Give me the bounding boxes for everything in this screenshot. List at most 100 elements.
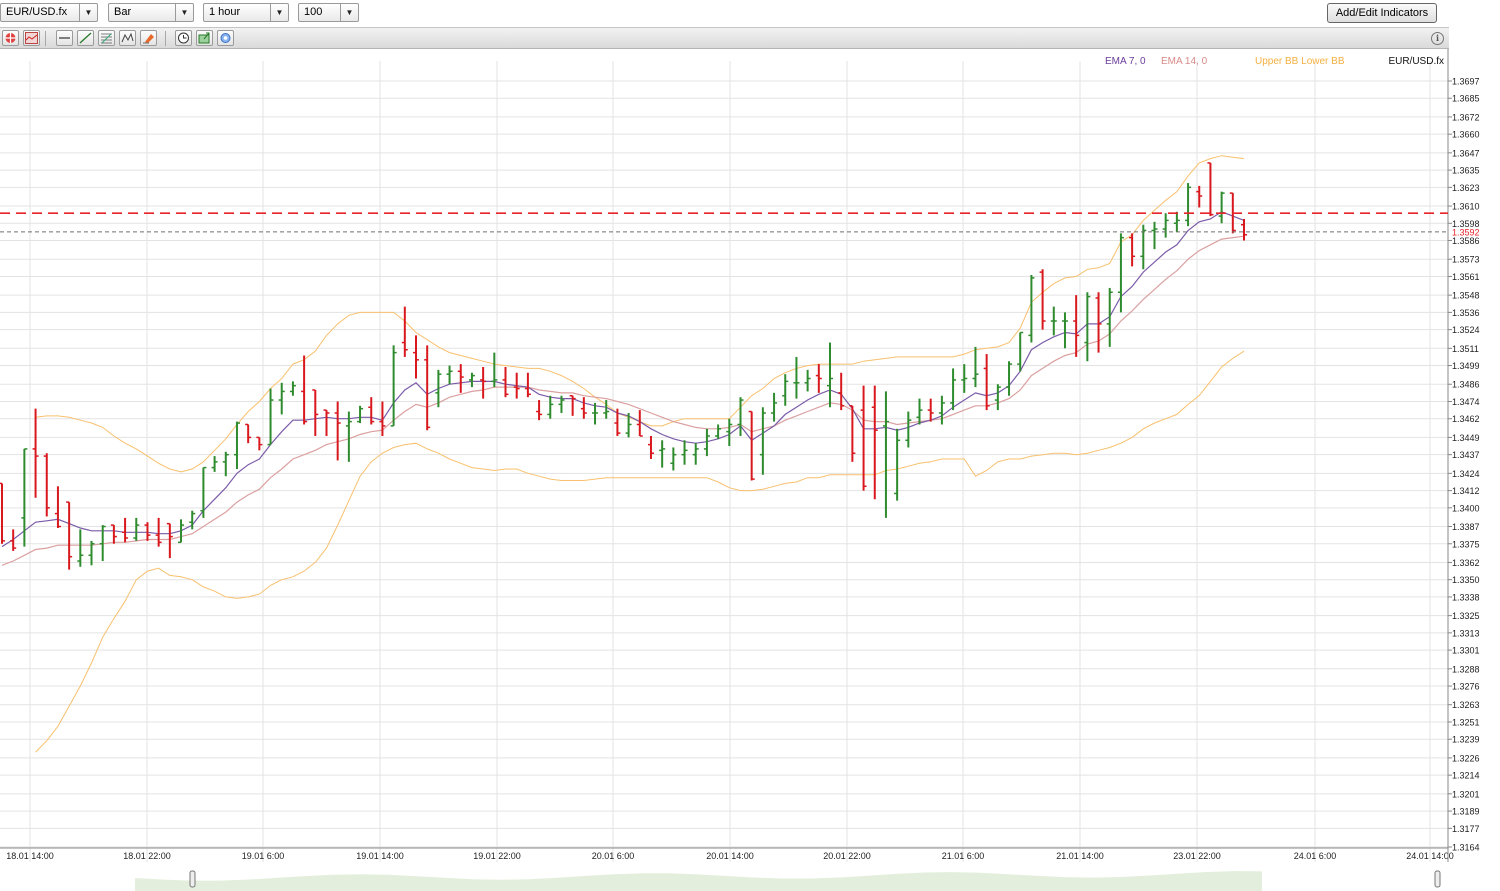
- ohlc-bar: [110, 524, 117, 544]
- price-axis-label: 1.3548: [1452, 291, 1480, 301]
- ohlc-bar: [267, 388, 274, 446]
- chevron-down-icon[interactable]: ▼: [79, 4, 97, 21]
- legend-ema14: EMA 14, 0: [1161, 56, 1208, 67]
- horizontal-line-icon[interactable]: [56, 30, 73, 46]
- price-chart[interactable]: 1.3697 1.3685 1.3672 1.3660 1.3647 1.3635 1.36…: [0, 49, 1500, 891]
- price-axis-label: 1.3462: [1452, 414, 1480, 424]
- price-axis-label: 1.3412: [1452, 486, 1480, 496]
- ohlc-bar: [133, 517, 140, 541]
- ohlc-bar: [446, 365, 453, 385]
- ohlc-bar: [1173, 211, 1180, 232]
- legend-symbol: EUR/USD.fx: [1388, 56, 1444, 67]
- trend-line-icon[interactable]: [77, 30, 94, 46]
- ohlc-bar: [66, 501, 73, 570]
- price-axis-label: 1.3189: [1452, 807, 1480, 817]
- time-axis-label: 20.01 22:00: [823, 851, 871, 861]
- ohlc-bar: [659, 440, 666, 468]
- price-axis-label: 1.3424: [1452, 469, 1480, 479]
- price-axis-label: 1.3387: [1452, 522, 1480, 532]
- price-axis-label: 1.3672: [1452, 112, 1480, 122]
- ohlc-bar: [961, 364, 968, 393]
- interval-select-value: 1 hour: [209, 6, 241, 18]
- ohlc-bar: [524, 372, 531, 398]
- ohlc-bar: [681, 440, 688, 465]
- ohlc-bar: [647, 435, 654, 459]
- time-axis-label: 19.01 22:00: [473, 851, 521, 861]
- time-axis-label: 24.01 6:00: [1294, 851, 1337, 861]
- price-axis-label: 1.3623: [1452, 183, 1480, 193]
- settings-icon[interactable]: [217, 30, 234, 46]
- interval-select[interactable]: 1 hour ▼: [203, 3, 289, 22]
- ohlc-bar: [390, 345, 397, 427]
- price-axis-label: 1.3263: [1452, 700, 1480, 710]
- chevron-down-icon[interactable]: ▼: [270, 4, 288, 21]
- current-price-label: 1.3592: [1452, 227, 1480, 237]
- navigator-right-handle[interactable]: [1434, 870, 1441, 888]
- toolbar-divider: [45, 31, 46, 46]
- ohlc-bar: [480, 366, 487, 399]
- navigator-left-handle[interactable]: [189, 870, 196, 888]
- ohlc-bar: [692, 443, 699, 465]
- ohlc-bar: [815, 364, 822, 393]
- price-axis-label: 1.3201: [1452, 789, 1480, 799]
- ohlc-bar: [1039, 269, 1046, 330]
- export-icon[interactable]: [196, 30, 213, 46]
- legend-ema7: EMA 7, 0: [1105, 56, 1146, 67]
- ohlc-bar: [793, 356, 800, 399]
- ohlc-bar: [256, 436, 263, 451]
- ohlc-bar: [916, 398, 923, 425]
- eraser-icon[interactable]: [140, 30, 157, 46]
- add-edit-indicators-button[interactable]: Add/Edit Indicators: [1327, 3, 1437, 23]
- ohlc-bar: [200, 466, 207, 518]
- price-axis-label: 1.3561: [1452, 272, 1480, 282]
- ohlc-bar: [972, 346, 979, 388]
- ohlc-bar: [43, 453, 50, 517]
- price-axis-label: 1.3164: [1452, 843, 1480, 853]
- ohlc-bar: [32, 408, 39, 498]
- price-axis-label: 1.3524: [1452, 325, 1480, 335]
- price-axis-label: 1.3486: [1452, 380, 1480, 390]
- ohlc-bar: [938, 395, 945, 425]
- ohlc-bar: [737, 397, 744, 436]
- ohlc-bar: [614, 408, 621, 436]
- crosshair-icon[interactable]: [2, 30, 19, 46]
- ohlc-bar: [0, 482, 5, 544]
- ohlc-bar: [413, 335, 419, 379]
- price-axis-label: 1.3610: [1452, 202, 1480, 212]
- fibonacci-icon[interactable]: [98, 30, 115, 46]
- legend-bollinger-bands: Upper BB Lower BB: [1255, 56, 1345, 67]
- bars-count-select-value: 100: [304, 6, 323, 18]
- price-axis-label: 1.3177: [1452, 824, 1480, 834]
- clock-icon[interactable]: [175, 30, 192, 46]
- ohlc-bar: [54, 486, 61, 528]
- price-axis-label: 1.3660: [1452, 130, 1480, 140]
- ohlc-bar: [804, 369, 811, 392]
- line-chart-icon[interactable]: [23, 30, 40, 46]
- pattern-icon[interactable]: [119, 30, 136, 46]
- toolbar-divider: [165, 31, 166, 46]
- price-axis-label: 1.3586: [1452, 236, 1480, 246]
- chevron-down-icon[interactable]: ▼: [340, 4, 358, 21]
- price-axis-label: 1.3276: [1452, 682, 1480, 692]
- price-axis-label: 1.3251: [1452, 717, 1480, 727]
- chart-type-select[interactable]: Bar ▼: [108, 3, 194, 22]
- price-axis-label: 1.3449: [1452, 433, 1480, 443]
- ohlc-bar: [580, 397, 587, 419]
- price-axis-label: 1.3362: [1452, 558, 1480, 568]
- time-navigator[interactable]: [0, 863, 1448, 891]
- ohlc-bar: [715, 424, 722, 439]
- time-axis-label: 19.01 14:00: [356, 851, 404, 861]
- bars-count-select[interactable]: 100 ▼: [298, 3, 359, 22]
- price-axis-label: 1.3400: [1452, 503, 1480, 513]
- symbol-select[interactable]: EUR/USD.fx ▼: [0, 3, 98, 22]
- ema7-line: [1, 211, 1245, 548]
- price-axis-label: 1.3474: [1452, 397, 1480, 407]
- info-icon[interactable]: i: [1431, 32, 1444, 45]
- price-axis-label: 1.3573: [1452, 255, 1480, 265]
- ohlc-bar: [827, 342, 833, 408]
- ohlc-bar: [670, 447, 677, 471]
- ohlc-bar: [222, 451, 229, 477]
- ohlc-bar: [457, 364, 464, 393]
- ohlc-bar: [424, 345, 431, 431]
- chevron-down-icon[interactable]: ▼: [175, 4, 193, 21]
